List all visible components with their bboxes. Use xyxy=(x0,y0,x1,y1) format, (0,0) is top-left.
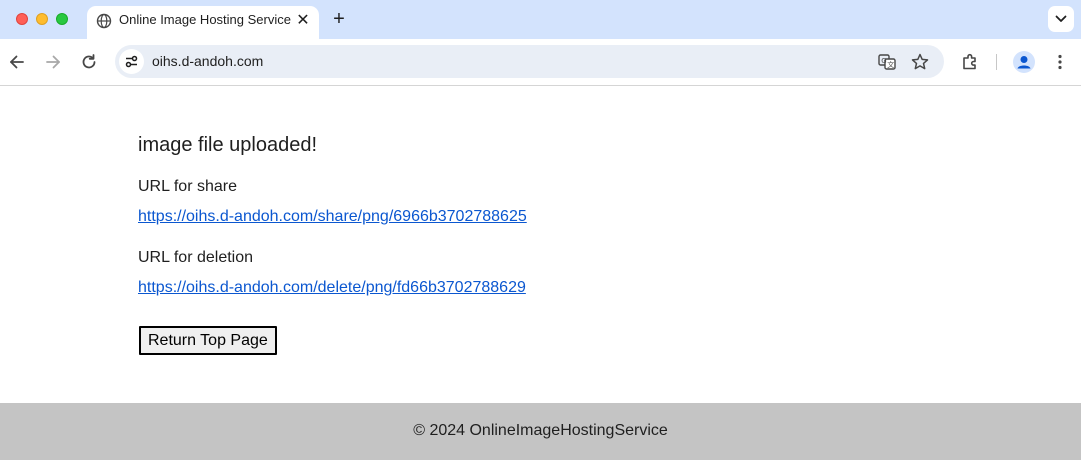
toolbar-separator xyxy=(996,54,997,70)
more-vert-icon[interactable] xyxy=(1049,51,1071,73)
tab-active[interactable]: Online Image Hosting Service ✕ xyxy=(87,6,319,39)
minimize-window-button[interactable] xyxy=(36,13,48,25)
back-arrow-icon[interactable] xyxy=(6,51,28,73)
maximize-window-button[interactable] xyxy=(56,13,68,25)
chevron-down-icon xyxy=(1055,15,1067,22)
share-url-link[interactable]: https://oihs.d-andoh.com/share/png/6966b… xyxy=(138,208,527,226)
profile-icon xyxy=(1017,56,1031,69)
site-settings-icon xyxy=(125,55,138,68)
extensions-icon[interactable] xyxy=(959,51,981,73)
profile-button[interactable] xyxy=(1013,51,1035,73)
svg-text:G: G xyxy=(881,57,886,65)
share-url-label: URL for share xyxy=(138,178,237,195)
tab-title: Online Image Hosting Service xyxy=(119,12,291,27)
star-icon[interactable] xyxy=(910,52,930,72)
deletion-url-link[interactable]: https://oihs.d-andoh.com/delete/png/fd66… xyxy=(138,279,526,297)
plus-icon[interactable]: + xyxy=(328,8,350,30)
return-top-page-button[interactable]: Return Top Page xyxy=(139,326,277,355)
page-title: image file uploaded! xyxy=(138,134,318,156)
tab-strip: Online Image Hosting Service ✕ + xyxy=(0,0,1081,39)
url-text[interactable]: oihs.d-andoh.com xyxy=(152,53,263,69)
forward-arrow-icon[interactable] xyxy=(42,51,64,73)
tab-search-button[interactable] xyxy=(1048,6,1074,32)
copyright-text: © 2024 OnlineImageHostingService xyxy=(413,422,668,439)
reload-icon[interactable] xyxy=(78,51,100,73)
translate-icon[interactable]: G 文 xyxy=(877,52,897,72)
site-info-button[interactable] xyxy=(119,49,144,74)
close-window-button[interactable] xyxy=(16,13,28,25)
globe-icon xyxy=(96,13,112,29)
deletion-url-label: URL for deletion xyxy=(138,249,254,266)
browser-toolbar: oihs.d-andoh.com G 文 xyxy=(0,39,1081,86)
address-bar[interactable]: oihs.d-andoh.com G 文 xyxy=(115,45,944,78)
page-footer: © 2024 OnlineImageHostingService xyxy=(0,403,1081,460)
close-icon[interactable]: ✕ xyxy=(293,11,313,31)
svg-text:文: 文 xyxy=(887,60,894,69)
